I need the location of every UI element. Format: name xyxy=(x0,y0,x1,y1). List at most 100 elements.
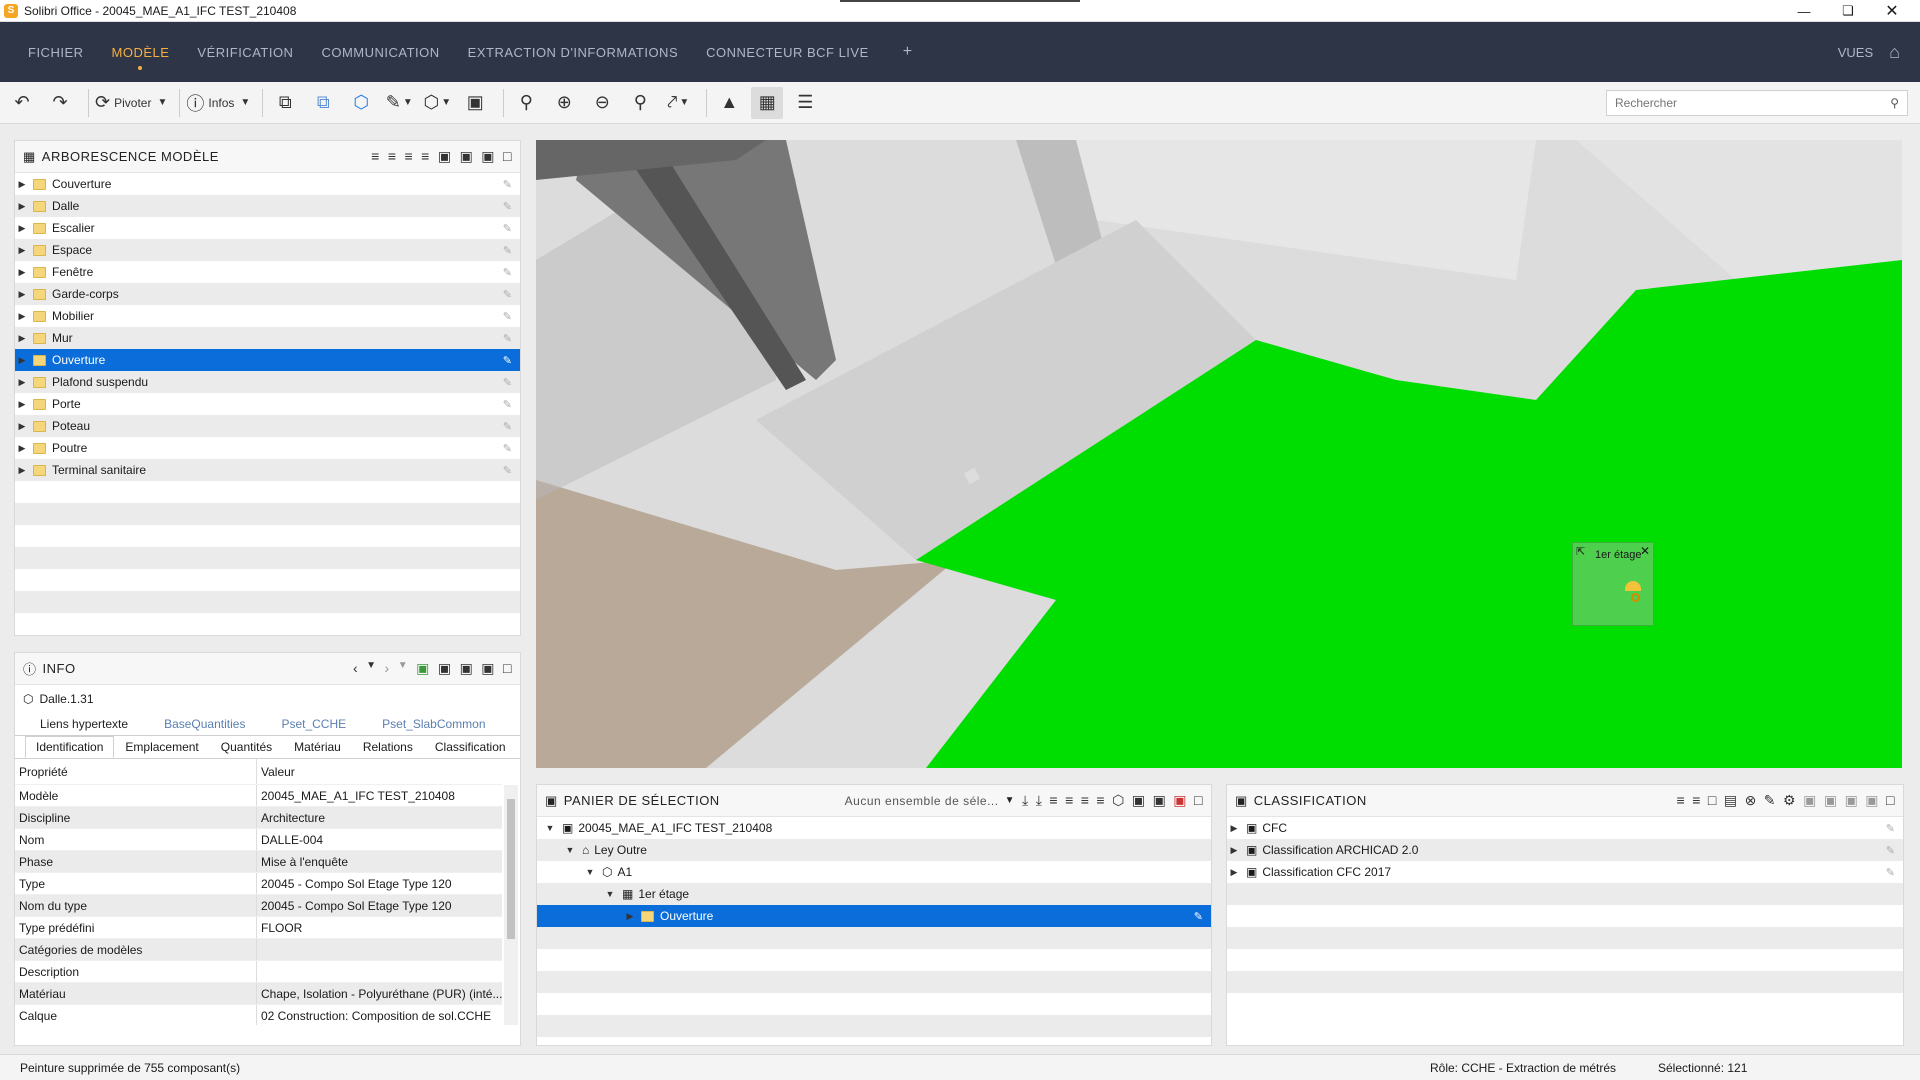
new-file-icon[interactable]: □ xyxy=(1708,792,1717,809)
3d-scene[interactable] xyxy=(536,140,1902,768)
layers-icon[interactable]: ☰ xyxy=(789,87,821,119)
tree-item[interactable]: ▶ Mur ✎ xyxy=(15,327,520,349)
cube-icon[interactable]: ⬡ xyxy=(1112,792,1125,809)
property-value[interactable]: 20045_MAE_A1_IFC TEST_210408 xyxy=(257,785,502,806)
clear-icon[interactable]: ▣ xyxy=(481,148,495,165)
export-icon[interactable]: ▣ xyxy=(1803,792,1817,809)
expand-arrow-icon[interactable]: ▶ xyxy=(15,443,29,454)
tree-item[interactable]: ▶ Poutre ✎ xyxy=(15,437,520,459)
visibility-icon[interactable]: ✎ xyxy=(1194,910,1203,923)
tree-hierarchy-icon[interactable]: ≡ xyxy=(1049,792,1058,809)
forward-icon[interactable]: › xyxy=(385,660,390,677)
expand-arrow-icon[interactable]: ▶ xyxy=(1227,823,1241,834)
property-value[interactable]: Mise à l'enquête xyxy=(257,851,502,872)
maximize-icon[interactable]: □ xyxy=(503,148,512,165)
basket-tree-item[interactable]: ▼ ⬡ A1 xyxy=(537,861,1211,883)
tree-item[interactable]: ▶ Plafond suspendu ✎ xyxy=(15,371,520,393)
tree-type-icon[interactable]: ≡ xyxy=(1065,792,1074,809)
scrollbar[interactable] xyxy=(504,785,518,1025)
redo-icon[interactable]: ↷ xyxy=(44,87,76,119)
select-icon[interactable]: ▣ xyxy=(1824,792,1838,809)
undo-icon[interactable]: ↶ xyxy=(6,87,38,119)
rotate-button[interactable]: ⟳ Pivoter ▼ xyxy=(95,87,167,119)
clear-icon[interactable]: ▣ xyxy=(1173,792,1187,809)
basket-tree-item[interactable]: ▼ ▣ 20045_MAE_A1_IFC TEST_210408 xyxy=(537,817,1211,839)
visibility-icon[interactable]: ✎ xyxy=(1886,844,1895,857)
visibility-icon[interactable]: ✎ xyxy=(503,266,512,279)
visibility-icon[interactable]: ✎ xyxy=(503,464,512,477)
visibility-icon[interactable]: ✎ xyxy=(1886,822,1895,835)
expand-arrow-icon[interactable]: ▶ xyxy=(1227,845,1241,856)
deselect-icon[interactable]: ▣ xyxy=(1153,792,1167,809)
download-all-icon[interactable]: ⤓ xyxy=(1036,792,1043,809)
chevron-down-icon[interactable]: ▼ xyxy=(398,660,408,677)
tab-quantites[interactable]: Quantités xyxy=(210,736,283,758)
tree-item[interactable]: ▶ Porte ✎ xyxy=(15,393,520,415)
open-folder-icon[interactable]: ▤ xyxy=(1724,792,1738,809)
tab-pset-slabcommon[interactable]: Pset_SlabCommon xyxy=(371,713,496,735)
basket-tree-item[interactable]: ▼ ▦ 1er étage xyxy=(537,883,1211,905)
tree-item[interactable]: ▶ Fenêtre ✎ xyxy=(15,261,520,283)
section-box-icon[interactable]: ▣ xyxy=(459,87,491,119)
zoom-out-icon[interactable]: ⊖ xyxy=(586,87,618,119)
expand-arrow-icon[interactable]: ▶ xyxy=(15,179,29,190)
visibility-icon[interactable]: ✎ xyxy=(503,398,512,411)
deselect-icon[interactable]: ▣ xyxy=(460,148,474,165)
expand-arrow-icon[interactable]: ▶ xyxy=(1227,867,1241,878)
back-icon[interactable]: ‹ xyxy=(353,660,358,677)
paint-icon[interactable]: ✎ ▼ xyxy=(383,87,415,119)
visibility-icon[interactable]: ✎ xyxy=(503,178,512,191)
tab-liens[interactable]: Liens hypertexte xyxy=(29,713,139,735)
tree-item[interactable]: ▶ Ouverture ✎ xyxy=(15,349,520,371)
property-value[interactable] xyxy=(257,939,502,960)
visibility-icon[interactable]: ✎ xyxy=(503,288,512,301)
expand-arrow-icon[interactable]: ▶ xyxy=(15,377,29,388)
tree-type-icon[interactable]: ≡ xyxy=(388,148,397,165)
classification-item[interactable]: ▶ ▣ Classification CFC 2017 ✎ xyxy=(1227,861,1903,883)
link-selection-icon[interactable]: ▣ xyxy=(416,660,430,677)
expand-arrow-icon[interactable]: ▶ xyxy=(15,267,29,278)
expand-arrow-icon[interactable]: ▶ xyxy=(15,201,29,212)
visibility-icon[interactable]: ✎ xyxy=(503,420,512,433)
minimap-close-icon[interactable]: ✕ xyxy=(1640,544,1650,558)
minimap[interactable]: ⇱ 1er étage ✕ xyxy=(1572,542,1654,626)
maximize-icon[interactable]: □ xyxy=(1886,792,1895,809)
expand-arrow-icon[interactable]: ▶ xyxy=(15,223,29,234)
download-icon[interactable]: ⤓ xyxy=(1022,792,1029,809)
measure-icon[interactable]: ⤤ ▼ xyxy=(662,87,694,119)
visibility-icon[interactable]: ✎ xyxy=(503,244,512,257)
visibility-icon[interactable]: ✎ xyxy=(503,376,512,389)
visibility-icon[interactable]: ✎ xyxy=(503,200,512,213)
show-all-icon[interactable]: ⧉ xyxy=(269,87,301,119)
tree-filter-icon[interactable]: ≡ xyxy=(421,148,430,165)
deselect-icon[interactable]: ▣ xyxy=(1845,792,1859,809)
collapse-arrow-icon[interactable]: ▼ xyxy=(583,867,597,877)
tree-item[interactable]: ▶ Dalle ✎ xyxy=(15,195,520,217)
select-icon[interactable]: ▣ xyxy=(438,660,452,677)
tab-relations[interactable]: Relations xyxy=(352,736,424,758)
close-icon[interactable]: ✕ xyxy=(1870,0,1914,22)
tree-item[interactable]: ▶ Garde-corps ✎ xyxy=(15,283,520,305)
expand-arrow-icon[interactable]: ▶ xyxy=(15,333,29,344)
property-value[interactable]: Architecture xyxy=(257,807,502,828)
expand-arrow-icon[interactable]: ▶ xyxy=(15,465,29,476)
expand-arrow-icon[interactable]: ▶ xyxy=(623,911,637,922)
expand-arrow-icon[interactable]: ▶ xyxy=(15,245,29,256)
tree-layers-icon[interactable]: ≡ xyxy=(404,148,413,165)
expand-arrow-icon[interactable]: ▶ xyxy=(15,399,29,410)
search-input[interactable] xyxy=(1615,96,1891,110)
add-tab-button[interactable]: + xyxy=(903,43,912,61)
property-value[interactable]: 02 Construction: Composition de sol.CCHE xyxy=(257,1005,502,1025)
visibility-icon[interactable]: ✎ xyxy=(503,332,512,345)
tree-item[interactable]: ▶ Couverture ✎ xyxy=(15,173,520,195)
minimize-icon[interactable]: — xyxy=(1782,0,1826,22)
property-value[interactable]: FLOOR xyxy=(257,917,502,938)
chevron-down-icon[interactable]: ▼ xyxy=(366,660,376,677)
basket-tree-item[interactable]: ▶ Ouverture ✎ xyxy=(537,905,1211,927)
expand-arrow-icon[interactable]: ▶ xyxy=(15,289,29,300)
settings-icon[interactable]: ⚙ xyxy=(1783,792,1796,809)
expand-arrow-icon[interactable]: ▶ xyxy=(15,355,29,366)
minimap-expand-icon[interactable]: ⇱ xyxy=(1576,545,1585,558)
zoom-selection-icon[interactable]: ⚲ xyxy=(624,87,656,119)
remove-icon[interactable]: ⊗ xyxy=(1745,792,1757,809)
